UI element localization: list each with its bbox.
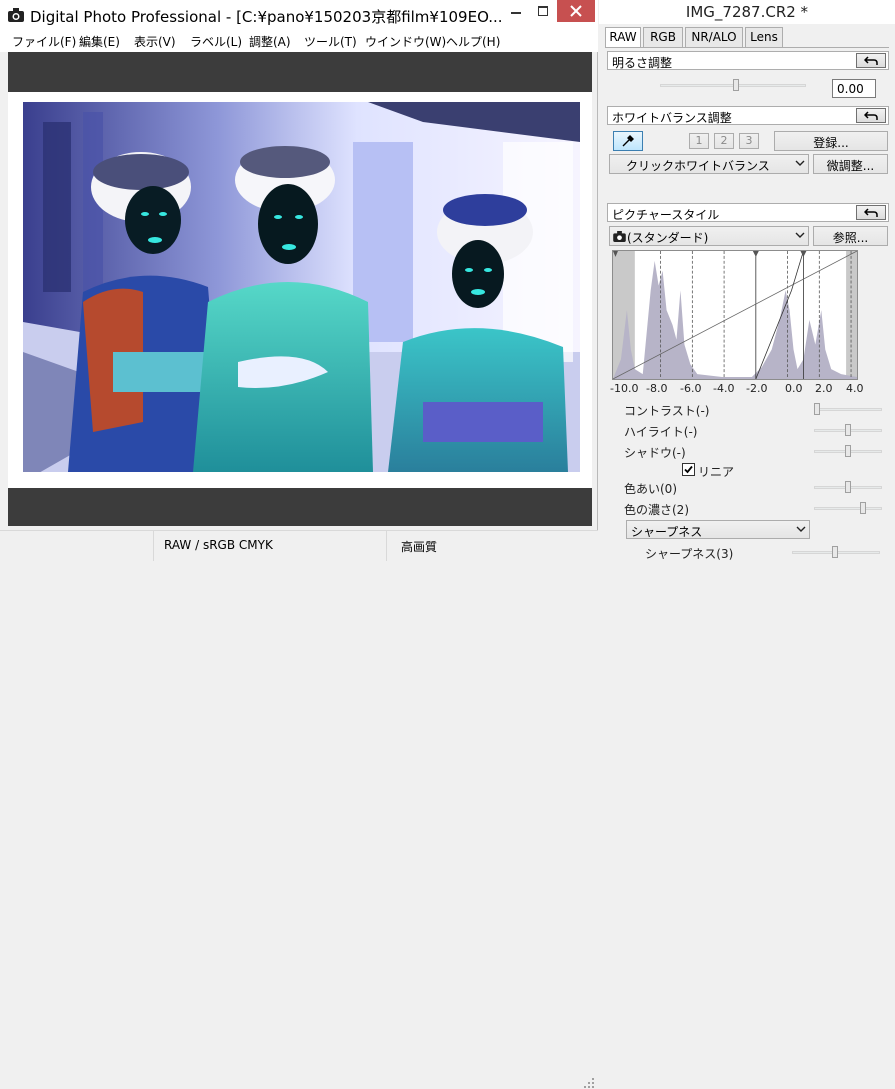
wb-slot-3-button[interactable]: 3 <box>739 133 759 149</box>
wb-title: ホワイトバランス調整 <box>612 111 732 125</box>
wb-mode-value: クリックホワイトバランス <box>626 159 770 173</box>
sharpness-slider-thumb[interactable] <box>832 546 838 558</box>
brightness-slider-thumb[interactable] <box>733 79 739 91</box>
axis-tick-label: 2.0 <box>815 382 833 395</box>
axis-tick-label: -4.0 <box>713 382 735 395</box>
camera-icon <box>613 231 626 242</box>
highlight-slider-thumb[interactable] <box>845 424 851 436</box>
eyedropper-button[interactable] <box>613 131 643 151</box>
menu-label[interactable]: ラベル(L) <box>190 33 242 50</box>
close-icon <box>570 5 582 17</box>
picture-style-header: ピクチャースタイル <box>607 203 889 222</box>
camera-icon <box>8 8 24 22</box>
menu-bar: ファイル(F) 編集(E) 表示(V) ラベル(L) 調整(A) ツール(T) … <box>0 30 598 52</box>
wb-header: ホワイトバランス調整 <box>607 106 889 125</box>
tab-divider <box>605 47 889 48</box>
wb-register-button[interactable]: 登録... <box>774 131 888 151</box>
minimize-icon <box>511 12 521 14</box>
chevron-down-icon <box>795 160 805 166</box>
image-viewer[interactable] <box>8 52 592 526</box>
shadow-label: シャドウ(-) <box>624 446 686 460</box>
wb-slot-1-button[interactable]: 1 <box>689 133 709 149</box>
tab-raw[interactable]: RAW <box>605 27 641 48</box>
picture-style-reset-button[interactable] <box>856 205 886 220</box>
palette-title: IMG_7287.CR2 * <box>599 0 895 24</box>
status-cell-quality: 高画質 <box>386 531 566 561</box>
minimize-button[interactable] <box>503 0 529 22</box>
linear-label: リニア <box>698 465 735 479</box>
sharpness-label: シャープネス(3) <box>645 547 734 561</box>
status-quality: 高画質 <box>401 540 438 554</box>
reset-arrow-icon <box>864 207 878 217</box>
brightness-header: 明るさ調整 <box>607 51 889 70</box>
status-profile: RAW / sRGB CMYK <box>164 538 273 552</box>
brightness-value-field[interactable]: 0.00 <box>832 79 876 98</box>
wb-fine-tune-button[interactable]: 微調整... <box>813 154 888 174</box>
menu-edit[interactable]: 編集(E) <box>79 33 120 50</box>
axis-tick-label: 4.0 <box>846 382 864 395</box>
tone-curve-histogram[interactable] <box>612 250 858 380</box>
hue-slider-thumb[interactable] <box>845 481 851 493</box>
axis-tick-label: -2.0 <box>746 382 768 395</box>
maximize-icon <box>538 6 548 16</box>
maximize-button[interactable] <box>530 0 556 22</box>
status-cell-profile: RAW / sRGB CMYK <box>153 531 386 561</box>
contrast-slider-thumb[interactable] <box>814 403 820 415</box>
axis-tick-label: -8.0 <box>646 382 668 395</box>
title-bar[interactable]: Digital Photo Professional - [C:¥pano¥15… <box>0 0 598 30</box>
picture-style-title: ピクチャースタイル <box>612 208 720 222</box>
tab-rgb[interactable]: RGB <box>643 27 683 47</box>
menu-window[interactable]: ウインドウ(W) <box>365 33 446 50</box>
checkmark-icon <box>684 465 693 474</box>
saturation-slider-thumb[interactable] <box>860 502 866 514</box>
picture-style-value: (スタンダード) <box>627 231 709 245</box>
menu-view[interactable]: 表示(V) <box>134 33 176 50</box>
main-window: Digital Photo Professional - [C:¥pano¥15… <box>0 0 598 1088</box>
axis-tick-label: -6.0 <box>680 382 702 395</box>
status-bar: RAW / sRGB CMYK 高画質 <box>0 530 598 1088</box>
sharpness-mode-select[interactable]: シャープネス <box>626 520 810 539</box>
chevron-down-icon <box>795 232 805 238</box>
close-button[interactable] <box>557 0 595 22</box>
viewer-top-band <box>8 52 592 92</box>
menu-adjust[interactable]: 調整(A) <box>249 33 291 50</box>
saturation-slider-track[interactable] <box>814 507 882 510</box>
chevron-down-icon <box>796 526 806 532</box>
reset-arrow-icon <box>864 110 878 120</box>
highlight-label: ハイライト(-) <box>624 425 698 439</box>
eyedropper-icon <box>622 135 634 147</box>
wb-mode-select[interactable]: クリックホワイトバランス <box>609 154 809 174</box>
menu-file[interactable]: ファイル(F) <box>12 33 76 50</box>
window-title: Digital Photo Professional - [C:¥pano¥15… <box>30 8 503 26</box>
contrast-slider-track[interactable] <box>814 408 882 411</box>
sharpness-mode-value: シャープネス <box>631 525 703 539</box>
photo-preview[interactable] <box>23 102 580 482</box>
tab-lens[interactable]: Lens <box>745 27 783 47</box>
shadow-slider-thumb[interactable] <box>845 445 851 457</box>
picture-style-browse-button[interactable]: 参照... <box>813 226 888 246</box>
brightness-reset-button[interactable] <box>856 53 886 68</box>
menu-tools[interactable]: ツール(T) <box>304 33 357 50</box>
wb-slot-2-button[interactable]: 2 <box>714 133 734 149</box>
axis-tick-label: -10.0 <box>610 382 639 395</box>
viewer-bottom-band <box>8 488 592 526</box>
reset-arrow-icon <box>864 55 878 65</box>
resize-grip-icon[interactable] <box>583 1077 595 1089</box>
wb-reset-button[interactable] <box>856 108 886 123</box>
brightness-title: 明るさ調整 <box>612 56 673 70</box>
saturation-label: 色の濃さ(2) <box>624 503 689 517</box>
axis-tick-label: 0.0 <box>785 382 803 395</box>
tab-nr-alo[interactable]: NR/ALO <box>685 27 743 47</box>
contrast-label: コントラスト(-) <box>624 404 710 418</box>
picture-style-select[interactable]: (スタンダード) <box>609 226 809 246</box>
hue-label: 色あい(0) <box>624 482 677 496</box>
menu-help[interactable]: ヘルプ(H) <box>446 33 500 50</box>
linear-checkbox[interactable] <box>682 463 695 476</box>
